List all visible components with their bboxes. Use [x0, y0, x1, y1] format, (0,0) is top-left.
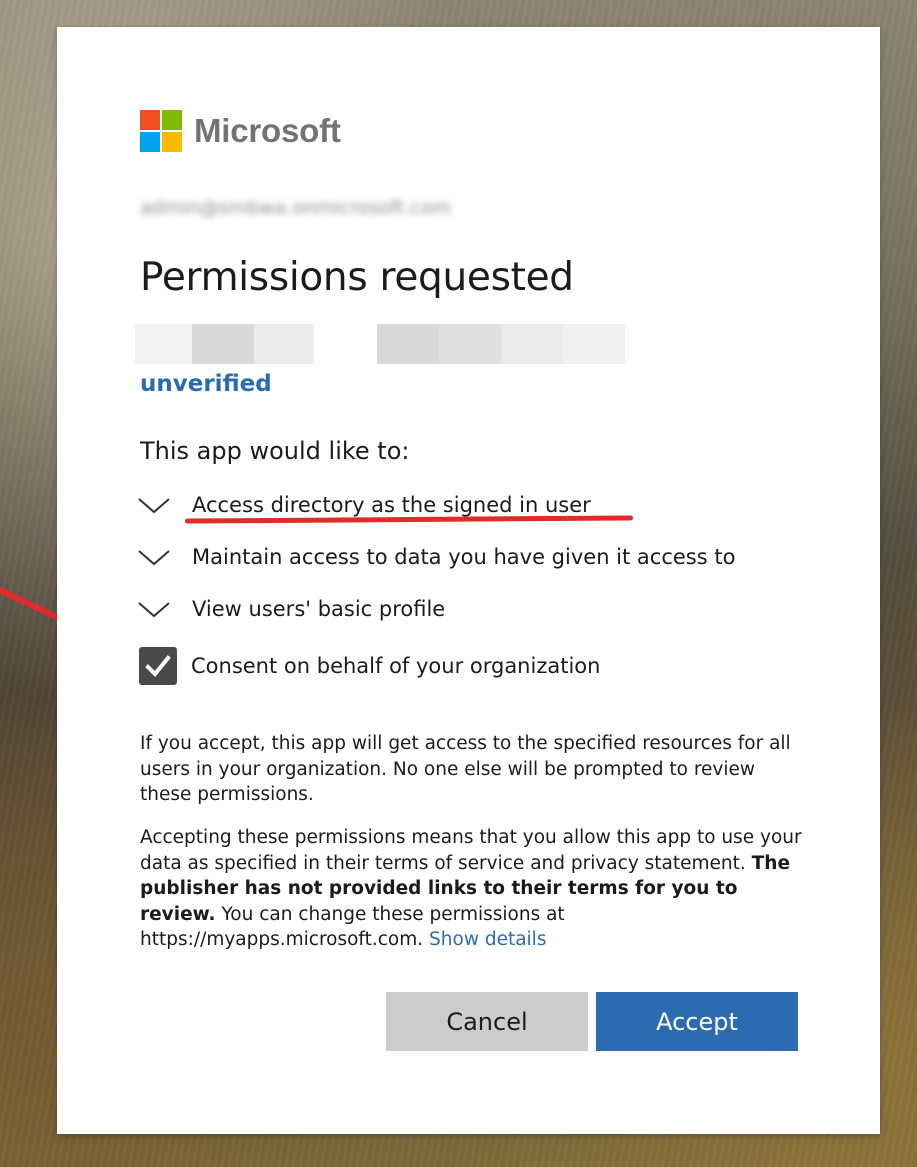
permission-item-maintain-access[interactable]: Maintain access to data you have given i… — [137, 545, 735, 569]
page-title: Permissions requested — [140, 255, 574, 300]
permission-item-basic-profile[interactable]: View users' basic profile — [137, 597, 445, 621]
app-name-redacted — [135, 324, 628, 364]
chevron-down-icon — [138, 498, 170, 514]
logo-square-red — [140, 110, 160, 130]
microsoft-logo: Microsoft — [140, 110, 341, 152]
redaction-block — [192, 324, 254, 364]
permission-label: Maintain access to data you have given i… — [192, 545, 736, 569]
redaction-block — [377, 324, 439, 364]
redaction-block — [439, 324, 501, 364]
logo-square-blue — [140, 132, 160, 152]
redaction-block — [135, 324, 192, 364]
accept-info-text: If you accept, this app will get access … — [140, 733, 791, 805]
terms-text-start: Accepting these permissions means that y… — [140, 827, 802, 874]
cancel-button[interactable]: Cancel — [386, 992, 588, 1051]
consent-checkbox[interactable] — [139, 647, 177, 685]
chevron-down-icon — [138, 550, 170, 566]
unverified-publisher-link[interactable]: unverified — [140, 371, 272, 397]
permission-label: Access directory as the signed in user — [192, 493, 591, 517]
redaction-block — [254, 324, 314, 364]
checkmark-icon — [145, 655, 171, 677]
chevron-down-icon — [138, 602, 170, 618]
permission-label: View users' basic profile — [192, 597, 446, 621]
brand-name: Microsoft — [194, 112, 341, 149]
show-details-link[interactable]: Show details — [429, 929, 546, 950]
terms-info-text: Accepting these permissions means that y… — [140, 825, 810, 953]
consent-label: Consent on behalf of your organization — [191, 654, 601, 678]
accept-button[interactable]: Accept — [596, 992, 798, 1051]
consent-dialog: Microsoft admin@smbwa.onmicrosoft.com Pe… — [57, 27, 880, 1134]
redaction-block — [501, 324, 563, 364]
account-email: admin@smbwa.onmicrosoft.com — [140, 197, 452, 219]
redaction-block — [314, 324, 377, 364]
logo-square-yellow — [162, 132, 182, 152]
permission-item-directory[interactable]: Access directory as the signed in user — [137, 493, 591, 517]
microsoft-logo-icon — [140, 110, 182, 152]
permissions-intro: This app would like to: — [140, 437, 410, 465]
logo-square-green — [162, 110, 182, 130]
consent-row: Consent on behalf of your organization — [139, 647, 600, 685]
redaction-block — [563, 324, 625, 364]
